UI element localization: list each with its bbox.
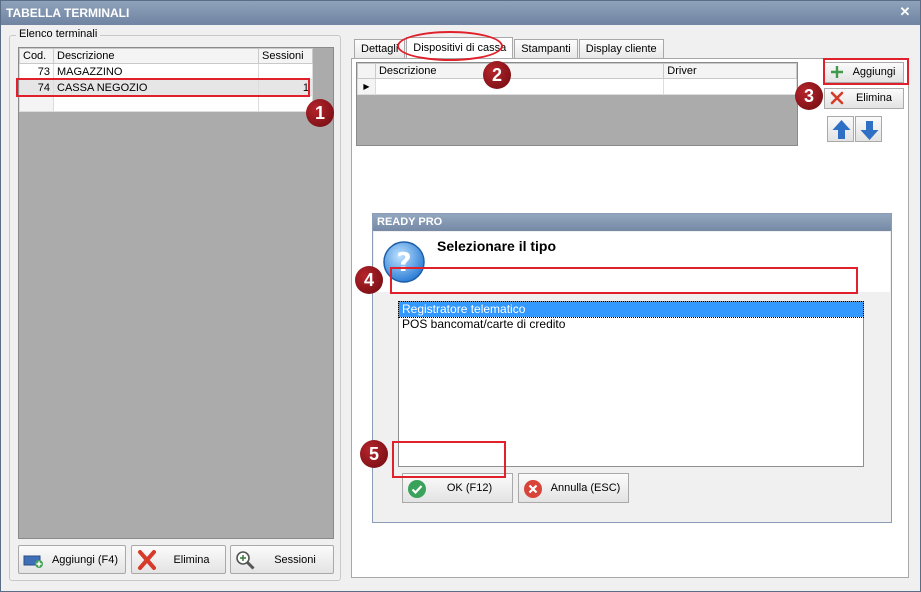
terminals-grid[interactable]: Cod. Descrizione Sessioni 73 MAGAZZINO 7… xyxy=(18,47,334,539)
column-header-driver[interactable]: Driver xyxy=(663,63,797,79)
add-terminal-icon xyxy=(23,555,43,568)
dialog-header: ? Selezionare il tipo xyxy=(374,232,890,292)
left-button-bar: Aggiungi (F4) Elimina Sessioni xyxy=(18,545,334,574)
sessions-button[interactable]: Sessioni xyxy=(230,545,334,574)
terminals-window: TABELLA TERMINALI ✕ Elenco terminali Cod… xyxy=(0,0,921,592)
ok-button[interactable]: OK (F12) xyxy=(402,473,513,503)
window-title: TABELLA TERMINALI xyxy=(6,6,130,20)
cell-descrizione: CASSA NEGOZIO xyxy=(53,79,259,96)
tab-content: Descrizione Driver ▶ Aggiungi Elimina RE… xyxy=(351,58,909,578)
delete-terminal-button[interactable]: Elimina xyxy=(131,545,226,574)
delete-x-icon xyxy=(138,550,156,570)
terminals-group: Elenco terminali Cod. Descrizione Sessio… xyxy=(9,28,341,581)
column-header-cod[interactable]: Cod. xyxy=(19,48,54,64)
tab-display-cliente[interactable]: Display cliente xyxy=(578,39,664,58)
arrow-up-icon xyxy=(832,120,851,139)
tab-stampanti[interactable]: Stampanti xyxy=(514,39,578,58)
delete-device-button[interactable]: Elimina xyxy=(824,88,904,109)
table-row-new[interactable] xyxy=(19,95,313,112)
cell-cod: 73 xyxy=(19,63,54,80)
detail-panel: Dettagli Dispositivi di cassa Stampanti … xyxy=(344,29,914,583)
svg-text:?: ? xyxy=(396,248,411,278)
tab-dettagli[interactable]: Dettagli xyxy=(354,39,406,58)
check-icon xyxy=(408,480,426,498)
plus-icon xyxy=(831,66,843,78)
cell-sessioni xyxy=(258,63,313,80)
dialog-title: READY PRO xyxy=(373,214,891,231)
window-titlebar: TABELLA TERMINALI ✕ xyxy=(1,1,920,25)
delete-x-icon xyxy=(830,91,844,105)
column-header-descrizione[interactable]: Descrizione xyxy=(53,48,259,64)
add-terminal-button[interactable]: Aggiungi (F4) xyxy=(18,545,126,574)
table-row[interactable]: 73 MAGAZZINO xyxy=(19,63,313,80)
row-pointer-icon: ▶ xyxy=(357,78,376,95)
move-up-button[interactable] xyxy=(827,116,854,142)
cancel-button[interactable]: Annulla (ESC) xyxy=(518,473,629,503)
arrow-down-icon xyxy=(860,121,879,140)
select-type-dialog: READY PRO ? Selezionare il tipo Registra… xyxy=(372,213,892,523)
cancel-x-icon xyxy=(524,480,542,498)
devices-grid[interactable]: Descrizione Driver ▶ xyxy=(356,62,798,146)
cell-cod: 74 xyxy=(19,79,54,96)
type-listbox[interactable]: Registratore telematico POS bancomat/car… xyxy=(398,301,864,467)
tab-strip: Dettagli Dispositivi di cassa Stampanti … xyxy=(354,37,665,58)
list-item-registratore-telematico[interactable]: Registratore telematico xyxy=(398,301,864,318)
table-row[interactable]: 74 CASSA NEGOZIO 1 xyxy=(19,79,313,96)
group-label: Elenco terminali xyxy=(16,28,101,40)
cell-sessioni: 1 xyxy=(258,79,313,96)
list-item-pos[interactable]: POS bancomat/carte di credito xyxy=(399,317,863,332)
question-icon: ? xyxy=(383,241,425,283)
dialog-prompt: Selezionare il tipo xyxy=(437,238,557,254)
magnifier-plus-icon xyxy=(236,551,255,570)
add-device-button[interactable]: Aggiungi xyxy=(824,62,904,83)
table-row-new[interactable]: ▶ xyxy=(357,78,797,95)
tab-dispositivi-di-cassa[interactable]: Dispositivi di cassa xyxy=(406,37,514,58)
cell-descrizione: MAGAZZINO xyxy=(53,63,259,80)
column-header-sessioni[interactable]: Sessioni xyxy=(258,48,313,64)
column-header-descrizione[interactable]: Descrizione xyxy=(374,63,665,79)
close-icon[interactable]: ✕ xyxy=(898,5,912,19)
move-down-button[interactable] xyxy=(855,116,882,142)
